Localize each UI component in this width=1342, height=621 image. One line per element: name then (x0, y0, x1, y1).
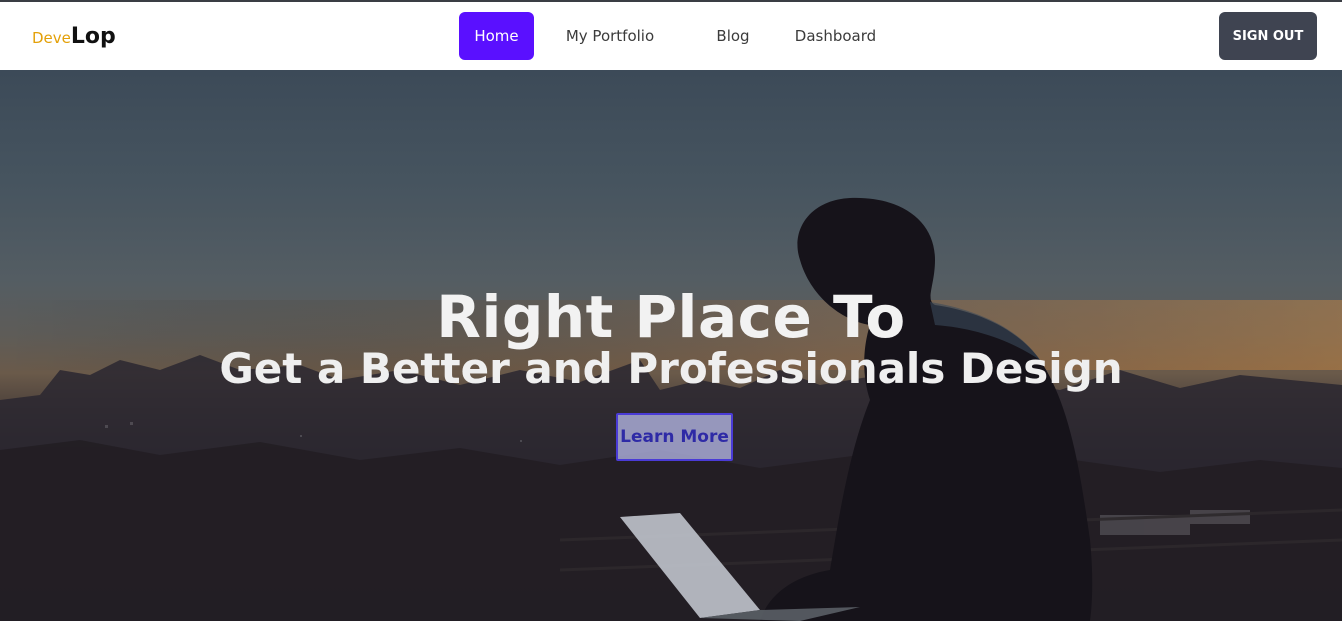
nav-home[interactable]: Home (459, 12, 534, 60)
nav-blog[interactable]: Blog (712, 12, 754, 60)
nav-my-portfolio[interactable]: My Portfolio (562, 12, 658, 60)
learn-more-button[interactable]: Learn More (616, 413, 733, 461)
sign-out-button[interactable]: SIGN OUT (1219, 12, 1317, 60)
top-navbar: Deve Lop Home My Portfolio Blog Dashboar… (0, 2, 1342, 70)
hero-section: Right Place To Get a Better and Professi… (0, 70, 1342, 621)
nav-dashboard[interactable]: Dashboard (793, 12, 878, 60)
brand-logo-prefix: Deve (32, 29, 71, 47)
hero-title: Right Place To (436, 283, 906, 351)
hero-subtitle: Get a Better and Professionals Design (219, 344, 1123, 393)
brand-logo[interactable]: Deve Lop (32, 24, 116, 49)
brand-logo-suffix: Lop (70, 24, 116, 49)
